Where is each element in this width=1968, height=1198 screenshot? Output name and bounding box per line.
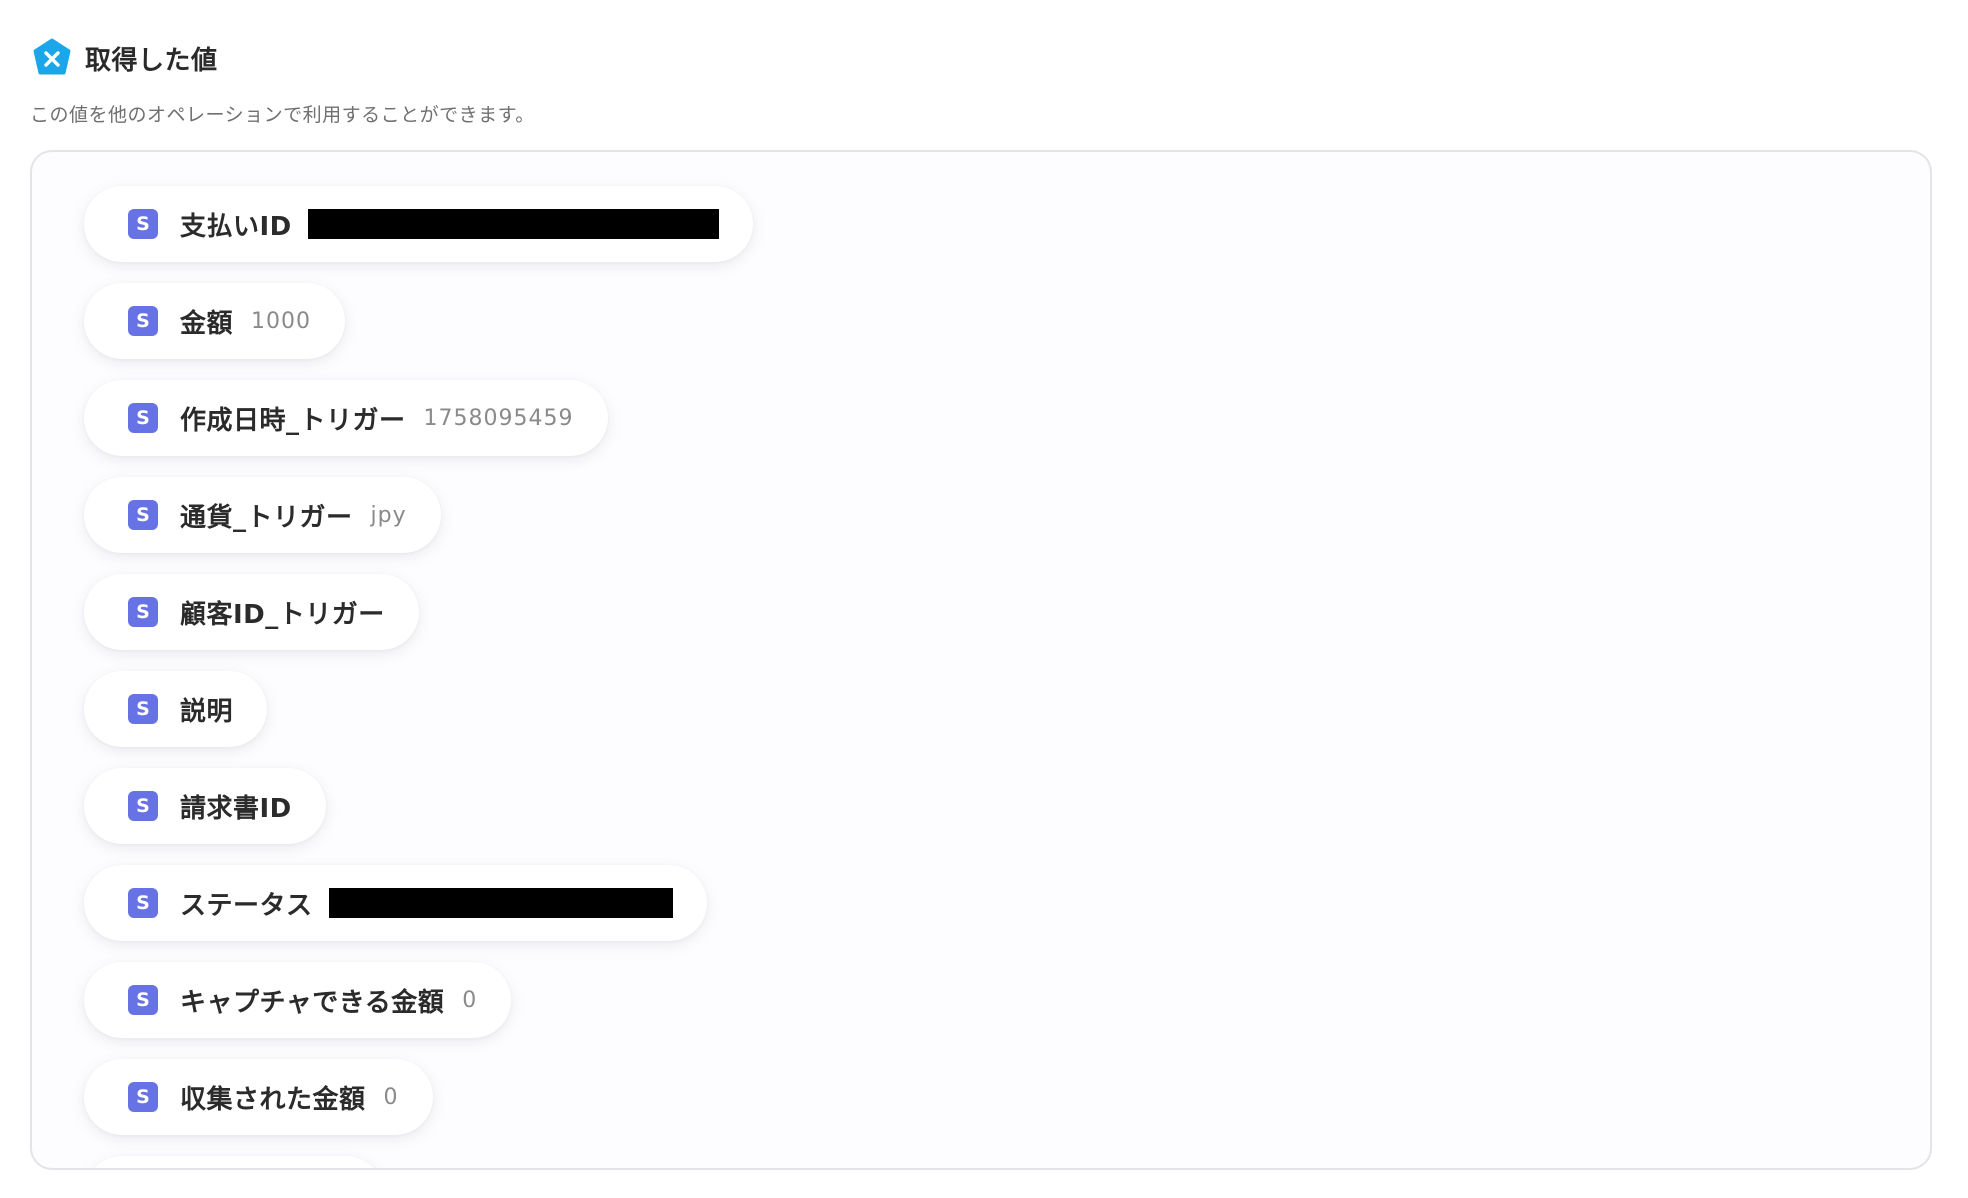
value-chip[interactable]: S 収集された金額 0: [84, 1059, 433, 1135]
redacted-value: [307, 209, 719, 239]
stripe-icon: S: [128, 500, 158, 530]
value-chip-value: 1758095459: [423, 405, 574, 431]
stripe-icon: S: [128, 209, 158, 239]
value-chip-value: jpy: [370, 502, 407, 528]
value-chip-label: 請求書ID: [180, 793, 292, 824]
section-description: この値を他のオペレーションで利用することができます。: [30, 104, 535, 126]
stripe-icon: S: [128, 985, 158, 1015]
value-chip-label: 金額: [180, 308, 234, 339]
value-chip[interactable]: S 顧客ID_トリガー: [84, 574, 419, 650]
value-chip[interactable]: S キャプチャできる金額 0: [84, 962, 512, 1038]
value-chip-value: 1000: [251, 308, 312, 334]
value-chip[interactable]: S 請求書ID: [84, 768, 326, 844]
value-chip-label: ステータス: [180, 890, 313, 921]
stripe-icon: S: [128, 694, 158, 724]
value-chip[interactable]: S 説明: [84, 671, 268, 747]
value-chip-label: 顧客ID_トリガー: [180, 599, 385, 630]
section-header: 取得した値: [31, 38, 218, 78]
value-chip-label: 収集された金額: [180, 1084, 366, 1115]
redacted-value: [328, 888, 673, 918]
value-chip-list: S 支払いID S 金額 1000 S 作成日時_トリガー 1758095459 S 通貨_トリガ…: [84, 186, 753, 1168]
value-chip[interactable]: S 金額 1000: [84, 283, 346, 359]
section-title: 取得した値: [85, 45, 218, 76]
value-chip-label: 通貨_トリガー: [180, 502, 353, 533]
stripe-icon: S: [128, 1082, 158, 1112]
value-chip-label: 支払いID: [180, 211, 292, 242]
value-chip[interactable]: S 支払いID: [84, 186, 753, 262]
stripe-icon: S: [128, 403, 158, 433]
values-panel: S 支払いID S 金額 1000 S 作成日時_トリガー 1758095459 S 通貨_トリガ…: [30, 150, 1932, 1170]
value-chip-label: 作成日時_トリガー: [180, 405, 406, 436]
stripe-icon: S: [128, 791, 158, 821]
stripe-icon: S: [128, 597, 158, 627]
value-chip[interactable]: S 作成日時_トリガー 1758095459: [84, 380, 608, 456]
value-chip-label: 説明: [180, 696, 234, 727]
yoom-x-logo-icon: [33, 38, 71, 75]
stripe-icon: S: [128, 306, 158, 336]
value-chip[interactable]: S 通貨_トリガー jpy: [84, 477, 441, 553]
stripe-icon: S: [128, 888, 158, 918]
value-chip-label: キャプチャできる金額: [180, 987, 445, 1018]
retrieved-values-page: 取得した値 この値を他のオペレーションで利用することができます。 S 支払いID S…: [0, 0, 1968, 1198]
value-chip-value: 0: [462, 987, 478, 1013]
value-chip-partial[interactable]: [84, 1156, 384, 1168]
value-chip[interactable]: S ステータス: [84, 865, 707, 941]
value-chip-value: 0: [383, 1084, 399, 1110]
